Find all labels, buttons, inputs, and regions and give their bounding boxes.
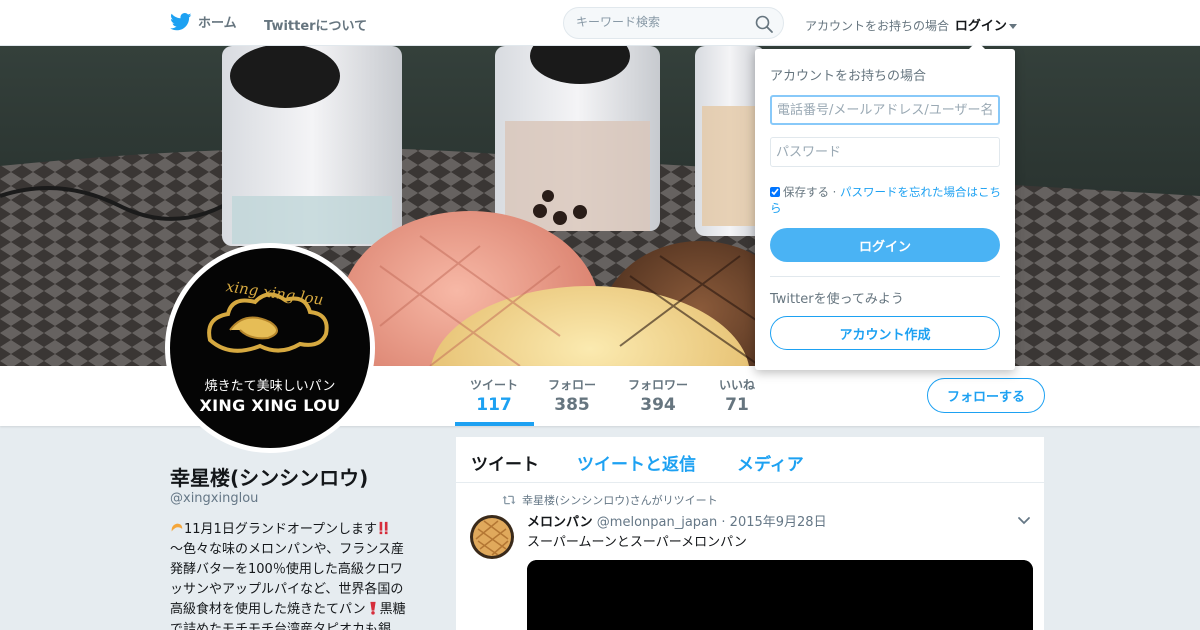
bio-line-5: 高級食材を使用した焼きたてパン <box>170 602 366 617</box>
top-nav-bar: ホーム Twitterについて アカウントをお持ちの場合 ログイン <box>0 0 1200 46</box>
password-field[interactable] <box>770 137 1000 167</box>
bio-line-5-tail: 黒糖 <box>379 602 406 617</box>
stat-tweets[interactable]: ツイート 117 <box>470 376 518 415</box>
bio-line-6: で詰めたモチモチ台湾産タピオカも銀 <box>170 622 392 630</box>
search-icon[interactable] <box>754 14 774 34</box>
tweet-author-avatar[interactable] <box>470 515 514 559</box>
timeline-tabs: ツイート ツイートと返信 メディア <box>456 437 1044 483</box>
tweet-text: スーパームーンとスーパーメロンパン <box>527 535 747 550</box>
remember-checkbox[interactable] <box>770 187 780 197</box>
stat-followers-value: 394 <box>640 395 676 415</box>
stat-tweets-label: ツイート <box>470 378 519 392</box>
stat-following-label: フォロー <box>548 378 597 392</box>
avatar-tagline: 焼きたて美味しいパン <box>204 379 336 394</box>
tweet-header: メロンパン @melonpan_japan · 2015年9月28日 <box>527 511 827 530</box>
bio-line: 11月1日グランドオープンします <box>170 520 432 540</box>
nav-home-link[interactable]: ホーム <box>170 12 237 31</box>
bio-line-4: ッサンやアップルパイなど、世界各国の <box>170 582 404 597</box>
stat-following-value: 385 <box>554 395 590 415</box>
login-dropdown: アカウントをお持ちの場合 保存する · パスワードを忘れた場合はこちら ログイン… <box>755 41 1015 370</box>
stat-followers-label: フォロワー <box>628 378 689 392</box>
avatar-brand-name: XING XING LOU <box>199 396 341 415</box>
bio-line-2: ～色々な味のメロンパンや、フランス産 <box>170 542 405 557</box>
tab-media[interactable]: メディア <box>737 450 804 475</box>
retweet-note[interactable]: 幸星楼(シンシンロウ)さんがリツイート <box>522 492 718 508</box>
profile-avatar[interactable]: xing xing lou 焼きたて美味しいパン XING XING LOU <box>165 243 375 453</box>
double-exclamation-icon <box>379 521 388 535</box>
active-tab-indicator <box>455 422 534 426</box>
tab-tweets[interactable]: ツイート <box>471 450 539 475</box>
divider <box>770 276 1000 277</box>
nav-home-label: ホーム <box>198 16 237 31</box>
stat-likes-value: 71 <box>725 395 749 415</box>
login-prompt: アカウントをお持ちの場合 ログイン <box>805 15 1017 34</box>
profile-name[interactable]: 幸星楼(シンシンロウ) <box>170 462 368 491</box>
login-dropdown-title: アカウントをお持ちの場合 <box>770 69 927 84</box>
stat-tweets-value: 117 <box>476 395 512 415</box>
tweet-timestamp[interactable]: · 2015年9月28日 <box>721 515 826 530</box>
search-box <box>563 7 784 39</box>
retweet-context: 幸星楼(シンシンロウ)さんがリツイート <box>502 492 718 508</box>
heavy-exclamation-icon <box>370 601 376 615</box>
bio-line-3: 発酵バターを100％使用した高級クロワ <box>170 562 403 577</box>
login-dropdown-toggle[interactable]: ログイン <box>955 19 1017 34</box>
croissant-icon <box>171 523 183 532</box>
signup-title: Twitterを使ってみよう <box>770 292 904 307</box>
timeline-panel: ツイート ツイートと返信 メディア 幸星楼(シンシンロウ)さんがリツイート メロ… <box>456 437 1044 630</box>
stat-following[interactable]: フォロー 385 <box>548 376 596 415</box>
tweet-author-name[interactable]: メロンパン <box>527 515 593 530</box>
search-input[interactable] <box>576 15 746 29</box>
avatar-logo: xing xing lou 焼きたて美味しいパン XING XING LOU <box>170 248 370 448</box>
bio-line: 高級食材を使用した焼きたてパン 黒糖 <box>170 600 432 620</box>
signup-button[interactable]: アカウント作成 <box>770 316 1000 350</box>
caret-down-icon <box>1008 24 1017 29</box>
login-link-label: ログイン <box>954 19 1007 34</box>
login-prompt-text: アカウントをお持ちの場合 <box>805 19 950 33</box>
follow-button[interactable]: フォローする <box>927 378 1045 413</box>
bio-line-1: 11月1日グランドオープンします <box>184 522 378 537</box>
username-field[interactable] <box>770 95 1000 125</box>
remember-row: 保存する · パスワードを忘れた場合はこちら <box>770 184 1005 216</box>
stat-likes-label: いいね <box>719 378 756 392</box>
twitter-bird-icon <box>170 12 192 30</box>
nav-about-link[interactable]: Twitterについて <box>264 15 367 34</box>
login-button[interactable]: ログイン <box>770 228 1000 262</box>
profile-bio: 11月1日グランドオープンします ～色々な味のメロンパンや、フランス産 発酵バタ… <box>170 520 432 630</box>
stat-followers[interactable]: フォロワー 394 <box>628 376 688 415</box>
profile-handle[interactable]: @xingxinglou <box>170 491 258 506</box>
stat-likes[interactable]: いいね 71 <box>719 376 755 415</box>
chevron-down-icon[interactable] <box>1017 513 1031 527</box>
tab-tweets-and-replies[interactable]: ツイートと返信 <box>577 450 696 475</box>
remember-label: 保存する · <box>783 185 837 199</box>
tweet-media-image[interactable] <box>527 560 1033 630</box>
retweet-icon <box>502 495 516 505</box>
tweet-author-handle[interactable]: @melonpan_japan <box>597 515 717 530</box>
